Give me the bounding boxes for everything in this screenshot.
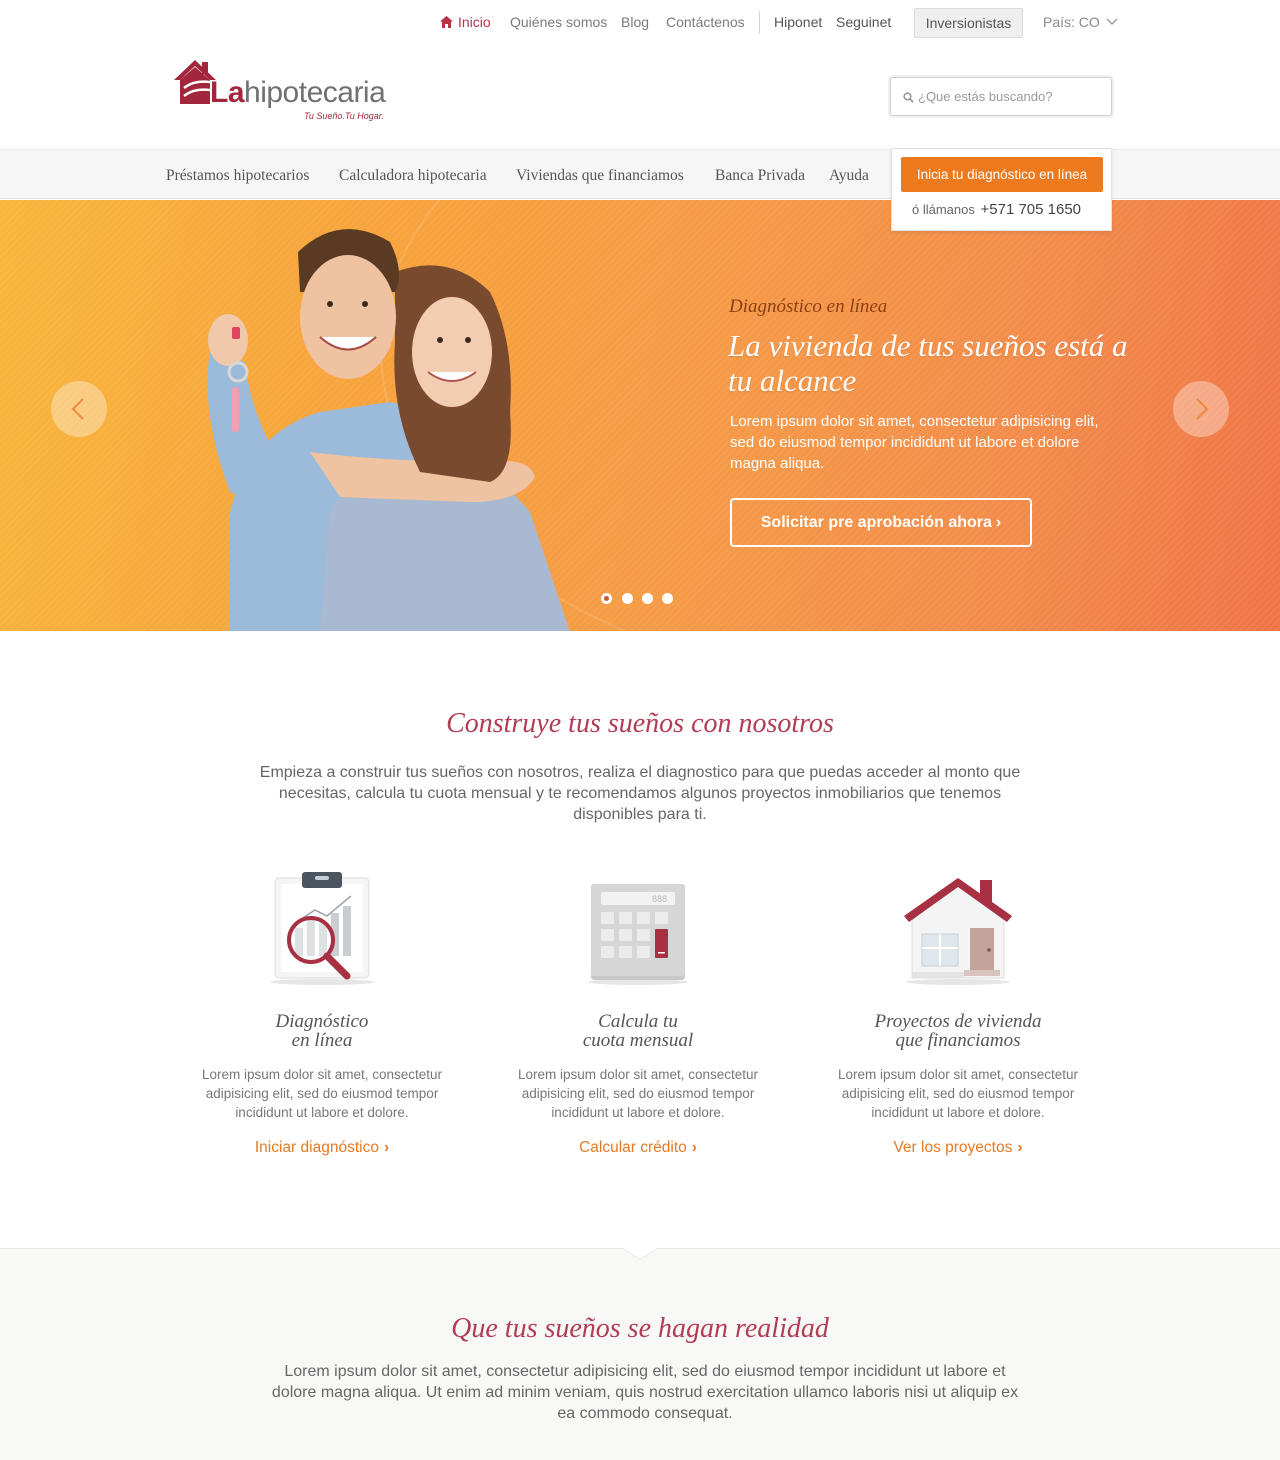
feature-title: Calcula tu cuota mensual <box>582 1011 694 1051</box>
feature-icon-wrap <box>172 868 472 992</box>
clipboard-chart-magnifier-icon <box>270 872 374 985</box>
feature-text: Lorem ipsum dolor sit amet, consectetur … <box>517 1067 759 1120</box>
search-box[interactable] <box>890 77 1112 116</box>
chevron-down-icon <box>1106 18 1118 25</box>
hero-text: Lorem ipsum dolor sit amet, consectetur … <box>730 413 1099 472</box>
brand-logo[interactable]: Lahipotecaria Tu Sueño.Tu Hogar. <box>172 58 388 124</box>
top-utility-bar: Inicio Quiénes somos Blog Contáctenos Hi… <box>0 0 1280 46</box>
chevron-right-icon: › <box>1017 1139 1023 1156</box>
top-link-label: Inicio <box>458 14 491 30</box>
house-icon <box>904 878 1012 985</box>
nav-item-banca-privada[interactable]: Banca Privada <box>715 167 805 185</box>
chevron-right-icon: › <box>383 1139 390 1156</box>
pre-approval-button[interactable]: Solicitar pre aprobación ahora › <box>730 498 1032 547</box>
search-icon <box>903 92 914 103</box>
slider-next-button[interactable] <box>1173 381 1229 437</box>
top-link-quienes-somos[interactable]: Quiénes somos <box>510 14 607 30</box>
start-diagnostic-button[interactable]: Inicia tu diagnóstico en línea <box>901 157 1103 192</box>
phone-number[interactable]: +571 705 1650 <box>981 201 1082 218</box>
top-link-contactenos[interactable]: Contáctenos <box>666 14 745 30</box>
slider-dot-3[interactable] <box>642 593 653 604</box>
link-label: Iniciar diagnóstico <box>254 1139 379 1156</box>
chevron-left-icon <box>71 398 84 420</box>
feature-icon-wrap: 888 <box>488 868 788 992</box>
feature-text: Lorem ipsum dolor sit amet, consectetur … <box>837 1067 1079 1120</box>
nav-item-calculadora[interactable]: Calculadora hipotecaria <box>339 167 487 185</box>
top-link-inicio[interactable]: Inicio <box>440 14 491 30</box>
hero-kicker: Diagnóstico en línea <box>729 296 888 317</box>
country-label: País: CO <box>1043 14 1100 30</box>
svg-text:888: 888 <box>652 894 667 904</box>
link-label: Calcular crédito <box>579 1139 687 1156</box>
start-diagnostic-link[interactable]: Iniciar diagnóstico › <box>255 1139 389 1157</box>
section-title: Que tus sueños se hagan realidad <box>451 1313 829 1344</box>
logo-wordmark: Lahipotecaria <box>210 76 386 109</box>
feature-title: Diagnóstico en línea <box>275 1011 369 1051</box>
link-label: Ver los proyectos <box>893 1139 1013 1156</box>
feature-projects: Proyectos de vivienda que financiamos Lo… <box>808 868 1108 1157</box>
feature-calculator: 888 Calcula tu cuota mensual Lorem ipsum… <box>488 868 788 1157</box>
feature-title: Proyectos de vivienda que financiamos <box>874 1011 1042 1051</box>
hero-title: La vivienda de tus sueños está a tu alca… <box>728 328 1128 398</box>
chevron-right-icon: › <box>995 514 1002 531</box>
feature-text: Lorem ipsum dolor sit amet, consectetur … <box>201 1067 443 1120</box>
investors-button[interactable]: Inversionistas <box>914 8 1023 38</box>
country-selector[interactable]: País: CO <box>1043 14 1118 30</box>
call-us-text: ó llámanos +571 705 1650 <box>912 201 1081 218</box>
slider-dot-2[interactable] <box>622 593 633 604</box>
top-link-blog[interactable]: Blog <box>621 14 649 30</box>
couple-with-keys-image <box>207 229 570 631</box>
section-text: Lorem ipsum dolor sit amet, consectetur … <box>271 1363 1019 1422</box>
feature-icon-wrap <box>808 868 1108 992</box>
nav-item-ayuda[interactable]: Ayuda <box>829 167 869 185</box>
calculate-credit-link[interactable]: Calcular crédito › <box>579 1139 697 1157</box>
hero-slider: Diagnóstico en línea La vivienda de tus … <box>0 200 1280 631</box>
slider-prev-button[interactable] <box>51 381 107 437</box>
slider-dot-1[interactable] <box>601 593 612 604</box>
calculator-icon: 888 <box>588 884 688 985</box>
call-prefix: ó llámanos <box>912 202 975 217</box>
divider <box>759 11 760 34</box>
dreams-section: Que tus sueños se hagan realidad Lorem i… <box>0 1248 1280 1460</box>
pre-approval-label: Solicitar pre aprobación ahora <box>760 514 992 531</box>
top-link-hiponet[interactable]: Hiponet <box>774 14 822 30</box>
chevron-right-icon <box>1196 398 1209 420</box>
top-link-seguinet[interactable]: Seguinet <box>836 14 891 30</box>
cta-panel: Inicia tu diagnóstico en línea ó llámano… <box>891 148 1112 231</box>
view-projects-link[interactable]: Ver los proyectos › <box>893 1139 1022 1157</box>
slider-dot-4[interactable] <box>662 593 673 604</box>
search-input[interactable] <box>918 78 1108 115</box>
section-title: Construye tus sueños con nosotros <box>446 708 834 739</box>
section-notch <box>623 1248 657 1259</box>
nav-item-viviendas[interactable]: Viviendas que financiamos <box>516 167 684 185</box>
section-intro: Empieza a construir tus sueños con nosot… <box>259 764 1021 823</box>
feature-diagnostic: Diagnóstico en línea Lorem ipsum dolor s… <box>172 868 472 1157</box>
home-icon <box>440 16 453 28</box>
logo-tagline: Tu Sueño.Tu Hogar. <box>304 111 384 121</box>
nav-item-prestamos[interactable]: Préstamos hipotecarios <box>166 167 309 185</box>
chevron-right-icon: › <box>691 1139 697 1156</box>
